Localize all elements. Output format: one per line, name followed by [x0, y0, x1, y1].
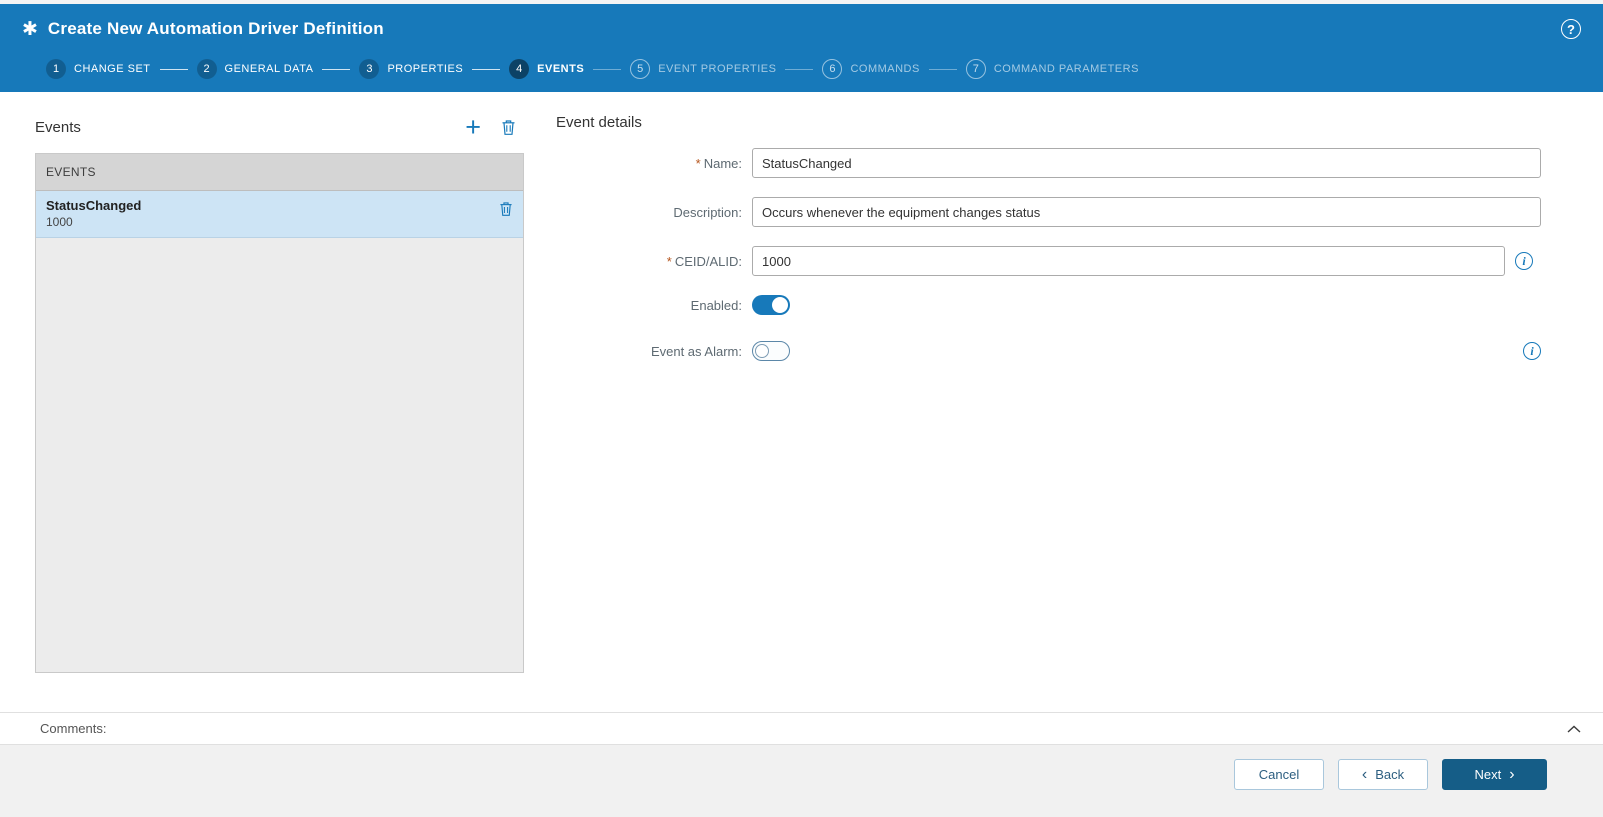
step-commands[interactable]: 6 COMMANDS [822, 59, 919, 79]
step-number: 1 [46, 59, 66, 79]
enabled-toggle[interactable] [752, 295, 790, 315]
required-mark: * [695, 155, 701, 171]
list-item-text: StatusChanged 1000 [46, 198, 141, 229]
ceid-row: *CEID/ALID: i [556, 246, 1541, 276]
name-row: * Name: [556, 148, 1541, 178]
required-mark: * [666, 253, 672, 269]
step-number: 4 [509, 59, 530, 79]
help-icon[interactable]: ? [1561, 19, 1581, 39]
title-row: ✱ Create New Automation Driver Definitio… [22, 4, 1581, 50]
row-delete-icon[interactable] [499, 201, 513, 217]
step-label: GENERAL DATA [224, 63, 314, 75]
enabled-label: Enabled: [690, 297, 742, 313]
step-properties[interactable]: 3 PROPERTIES [359, 59, 463, 79]
step-events[interactable]: 4 EVENTS [509, 59, 584, 79]
name-input[interactable] [752, 148, 1541, 178]
step-number: 3 [359, 59, 380, 79]
step-general-data[interactable]: 2 GENERAL DATA [196, 59, 314, 79]
step-label: COMMAND PARAMETERS [993, 63, 1139, 75]
cancel-button[interactable]: Cancel [1234, 759, 1324, 790]
ceid-label: * CEID/ALID: [666, 253, 742, 269]
event-as-alarm-toggle[interactable] [752, 341, 790, 361]
event-details-title: Event details [556, 114, 642, 131]
event-as-alarm-label: Event as Alarm: [650, 343, 742, 359]
step-label: EVENT PROPERTIES [658, 63, 777, 75]
step-connector [159, 68, 188, 70]
events-panel-actions: + [465, 114, 524, 141]
events-list: EVENTS StatusChanged 1000 [35, 153, 524, 673]
ceid-input[interactable] [752, 246, 1505, 276]
events-panel-head: Events + [35, 114, 524, 141]
step-connector [593, 68, 622, 70]
page-title: Create New Automation Driver Definition [47, 19, 384, 38]
step-number: 6 [822, 59, 843, 79]
step-connector [928, 68, 957, 70]
add-event-icon[interactable]: + [465, 114, 481, 141]
step-label: CHANGE SET [74, 63, 151, 75]
event-id: 1000 [46, 215, 73, 229]
comments-bar: Comments: [0, 712, 1603, 745]
next-button[interactable]: Next › [1442, 759, 1547, 790]
event-name: StatusChanged [46, 198, 142, 213]
wizard-stepper: 1 CHANGE SET 2 GENERAL DATA 3 PROPERTIES… [22, 50, 1581, 88]
wizard-header: ✱ Create New Automation Driver Definitio… [0, 4, 1603, 92]
main-content: Events + EVENTS StatusChanged 1000 Event… [0, 92, 1603, 712]
step-event-properties[interactable]: 5 EVENT PROPERTIES [630, 59, 776, 79]
description-input[interactable] [752, 197, 1541, 227]
ceid-info-icon[interactable]: i [1515, 252, 1533, 270]
name-label: * Name: [695, 155, 742, 171]
events-panel-title: Events [35, 118, 81, 136]
description-row: Description: [556, 197, 1541, 227]
step-label: PROPERTIES [387, 63, 464, 75]
step-change-set[interactable]: 1 CHANGE SET [46, 59, 151, 79]
step-connector [472, 68, 501, 70]
step-connector [322, 68, 351, 70]
step-command-parameters[interactable]: 7 COMMAND PARAMETERS [965, 59, 1139, 79]
back-button[interactable]: ‹ Back [1338, 759, 1428, 790]
chevron-left-icon: ‹ [1361, 765, 1368, 783]
toggle-knob [772, 297, 788, 313]
step-number: 5 [630, 59, 651, 79]
comments-label: Comments: [40, 721, 107, 736]
events-panel: Events + EVENTS StatusChanged 1000 [35, 114, 524, 712]
step-label: COMMANDS [850, 63, 920, 75]
step-number: 2 [196, 59, 217, 79]
step-label: EVENTS [537, 63, 585, 75]
events-list-header: EVENTS [36, 154, 523, 191]
chevron-right-icon: › [1509, 765, 1515, 783]
event-details-panel: Event details *Name: Description: *CEID/… [556, 114, 1541, 712]
description-label: Description: [673, 204, 742, 220]
event-as-alarm-info-icon[interactable]: i [1523, 342, 1541, 360]
enabled-row: Enabled: [556, 295, 1541, 315]
step-number: 7 [965, 59, 986, 79]
delete-event-icon[interactable] [501, 119, 516, 136]
step-connector [785, 68, 814, 70]
app-asterisk-icon: ✱ [22, 18, 38, 40]
list-item-statuschanged[interactable]: StatusChanged 1000 [36, 191, 523, 238]
wizard-footer: Cancel ‹ Back Next › [0, 745, 1603, 817]
chevron-up-icon[interactable] [1567, 725, 1581, 733]
toggle-knob [755, 344, 769, 358]
event-as-alarm-row: Event as Alarm: i [556, 341, 1541, 361]
